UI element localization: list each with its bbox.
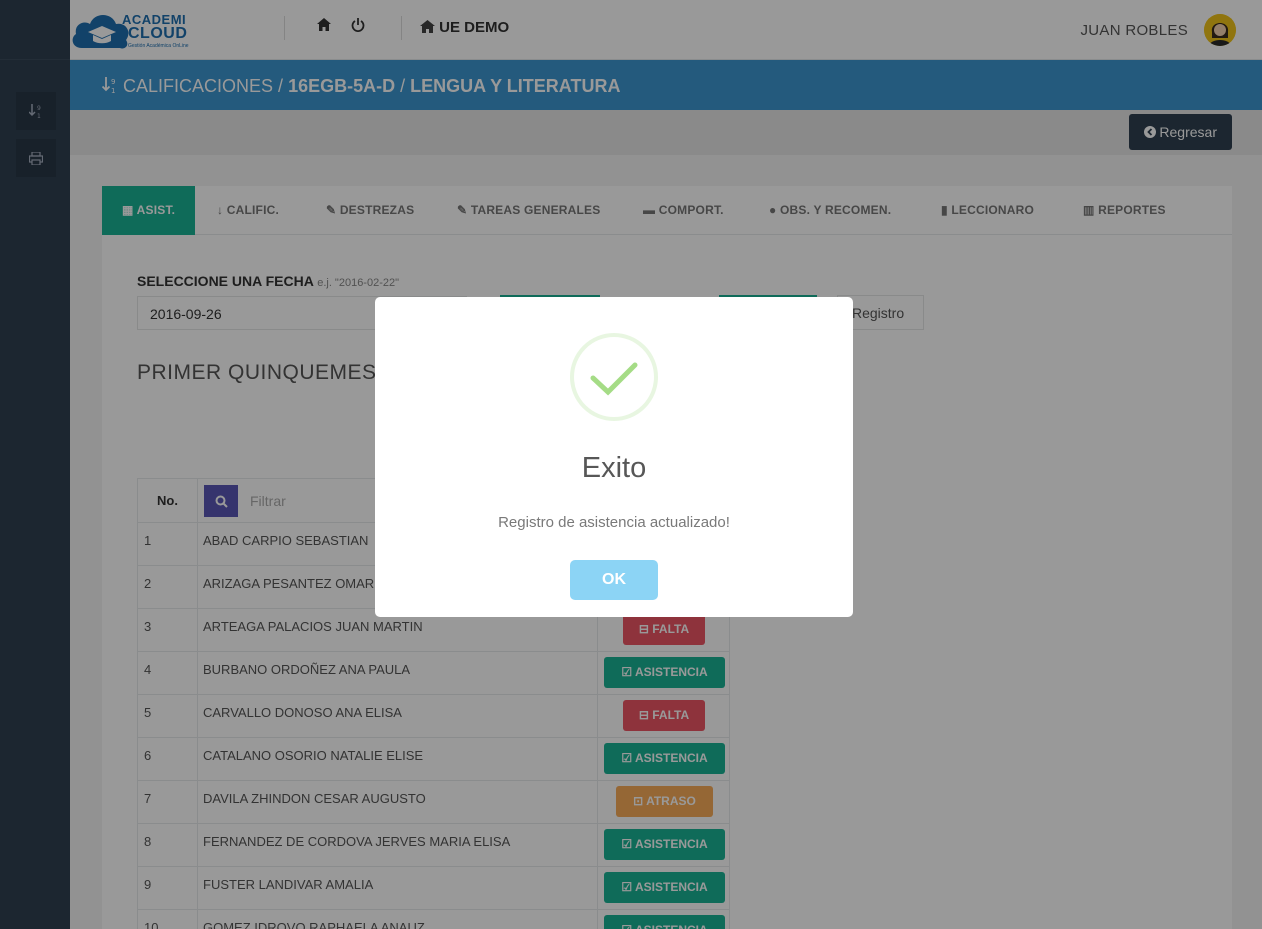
ok-button[interactable]: OK xyxy=(570,560,658,600)
checkmark-icon xyxy=(590,362,638,396)
success-check-circle xyxy=(570,333,658,421)
success-dialog: Exito Registro de asistencia actualizado… xyxy=(375,297,853,617)
dialog-message: Registro de asistencia actualizado! xyxy=(498,514,730,531)
dialog-title: Exito xyxy=(581,452,647,484)
